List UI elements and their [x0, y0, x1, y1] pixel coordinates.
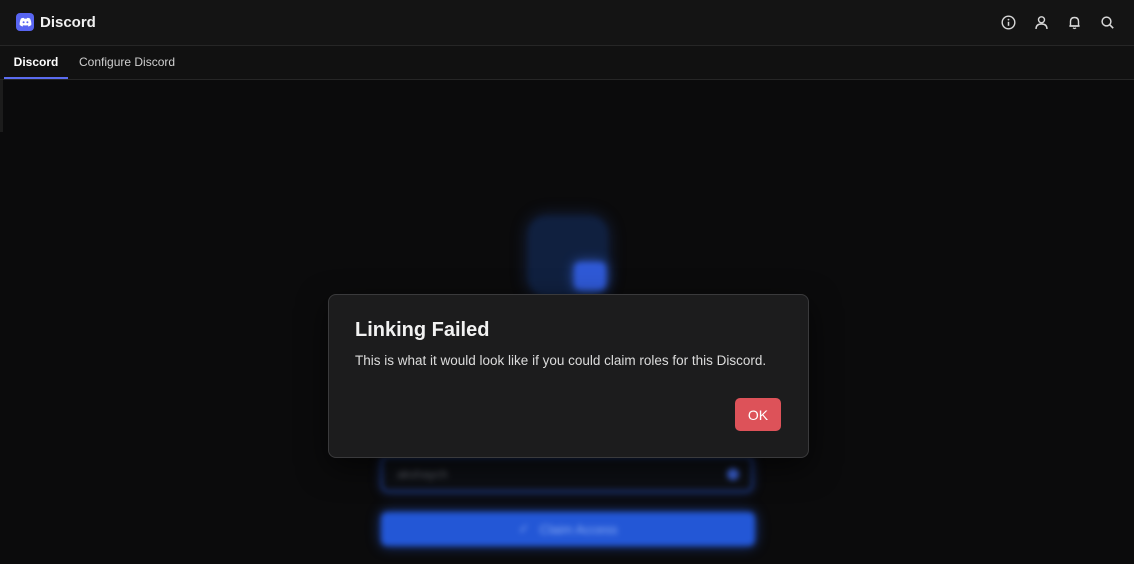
claim-access-button[interactable]: ✓ Claim Access [381, 512, 755, 546]
dialog-title: Linking Failed [355, 319, 490, 341]
info-icon[interactable] [999, 13, 1017, 31]
app-window: Discord Discord Configure Discord akshay… [0, 0, 1134, 564]
tab-configure-discord[interactable]: Configure Discord [79, 46, 175, 79]
username-field[interactable]: akshaych [381, 456, 753, 492]
bell-icon[interactable] [1065, 13, 1083, 31]
top-actions [999, 13, 1116, 31]
ok-button[interactable]: OK [735, 398, 781, 431]
discord-logo-icon [16, 13, 34, 31]
user-icon[interactable] [1032, 13, 1050, 31]
tab-discord[interactable]: Discord [4, 46, 68, 79]
search-icon[interactable] [1098, 13, 1116, 31]
title-bar: Discord [0, 0, 1134, 46]
status-dot-icon [727, 468, 739, 480]
brand: Discord [16, 13, 96, 31]
linking-failed-dialog: Linking Failed This is what it would loo… [328, 294, 809, 458]
discord-badge-icon [574, 262, 606, 290]
dialog-message: This is what it would look like if you c… [355, 353, 767, 368]
check-icon: ✓ [518, 521, 530, 536]
app-title: Discord [40, 13, 96, 31]
username-value: akshaych [397, 467, 448, 481]
claim-access-label: Claim Access [539, 521, 618, 537]
tab-bar: Discord Configure Discord [0, 46, 1134, 80]
